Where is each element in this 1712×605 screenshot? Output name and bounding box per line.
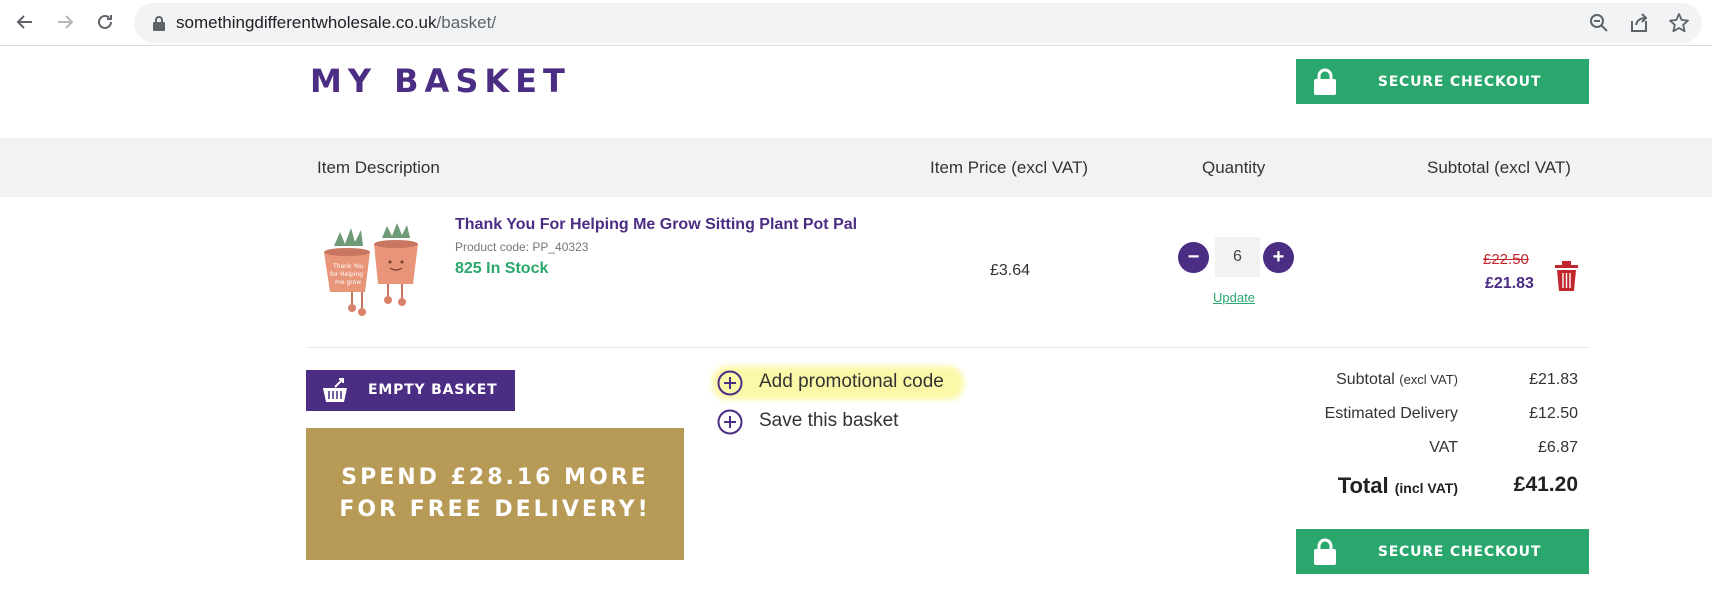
page-title: MY BASKET	[310, 62, 571, 100]
summary-subtotal-text: Subtotal	[1336, 371, 1395, 388]
header-quantity: Quantity	[1202, 158, 1266, 177]
free-delivery-banner: SPEND £28.16 MORE FOR FREE DELIVERY!	[306, 428, 684, 560]
header-item-price: Item Price (excl VAT)	[930, 158, 1089, 177]
svg-text:Thank You: Thank You	[332, 263, 364, 270]
summary-total-label: Total (incl VAT)	[1338, 473, 1458, 499]
basket-table-header: Item Description Item Price (excl VAT) Q…	[0, 138, 1712, 197]
summary-total-text: Total	[1337, 473, 1389, 498]
original-subtotal: £22.50	[1483, 251, 1529, 268]
share-icon[interactable]	[1628, 12, 1650, 34]
basket-icon	[323, 378, 347, 402]
trash-icon[interactable]	[1554, 261, 1579, 291]
url-text: somethingdifferentwholesale.co.uk/basket…	[176, 13, 496, 33]
stock-status: 825 In Stock	[455, 260, 549, 277]
header-item-description: Item Description	[317, 158, 440, 177]
summary-delivery-value: £12.50	[1529, 405, 1578, 422]
summary-total-value: £41.20	[1513, 473, 1578, 496]
row-divider	[306, 347, 1589, 348]
lock-icon	[153, 16, 165, 31]
product-name-link[interactable]: Thank You For Helping Me Grow Sitting Pl…	[455, 216, 857, 234]
zoom-icon[interactable]	[1588, 12, 1610, 34]
add-promo-plus-icon[interactable]	[717, 370, 743, 396]
product-image[interactable]: Thank You for Helping me grow	[320, 222, 432, 322]
svg-text:for Helping: for Helping	[330, 271, 363, 278]
back-button[interactable]	[9, 6, 41, 38]
product-code: Product code: PP_40323	[455, 240, 589, 254]
summary-vat-label: VAT	[1429, 439, 1458, 456]
summary-subtotal-label: Subtotal (excl VAT)	[1336, 371, 1458, 389]
url-domain: somethingdifferentwholesale.co.uk	[176, 13, 437, 32]
empty-basket-button[interactable]: EMPTY BASKET	[306, 370, 515, 411]
svg-text:me grow: me grow	[335, 279, 361, 286]
increase-quantity-button[interactable]: +	[1263, 242, 1294, 273]
quantity-input[interactable]	[1215, 237, 1260, 277]
empty-basket-label: EMPTY BASKET	[368, 382, 498, 398]
decrease-quantity-button[interactable]: −	[1178, 242, 1209, 273]
minus-icon: −	[1187, 246, 1200, 268]
discounted-subtotal: £21.83	[1485, 275, 1534, 292]
update-quantity-link[interactable]: Update	[1213, 290, 1255, 305]
reload-icon	[98, 14, 112, 29]
summary-subtotal-value: £21.83	[1529, 371, 1578, 388]
summary-delivery-label: Estimated Delivery	[1324, 405, 1458, 422]
address-bar[interactable]: somethingdifferentwholesale.co.uk/basket…	[134, 3, 1702, 43]
reload-button[interactable]	[89, 6, 121, 38]
free-delivery-text: SPEND £28.16 MORE FOR FREE DELIVERY!	[339, 465, 651, 522]
browser-toolbar: somethingdifferentwholesale.co.uk/basket…	[0, 0, 1712, 46]
arrow-left-icon	[16, 15, 32, 29]
arrow-right-icon	[58, 15, 74, 29]
save-basket-plus-icon[interactable]	[717, 409, 743, 435]
header-subtotal: Subtotal (excl VAT)	[1427, 158, 1571, 177]
forward-button[interactable]	[49, 6, 81, 38]
plus-icon: +	[1272, 246, 1285, 268]
star-icon[interactable]	[1668, 12, 1690, 34]
add-promotional-code-link[interactable]: Add promotional code	[759, 371, 944, 393]
summary-vat-value: £6.87	[1537, 439, 1578, 456]
checkout-label: SECURE CHECKOUT	[1377, 543, 1542, 560]
summary-subtotal-note: (excl VAT)	[1399, 372, 1458, 387]
save-basket-link[interactable]: Save this basket	[759, 410, 898, 432]
checkout-label: SECURE CHECKOUT	[1377, 73, 1542, 90]
url-path: /basket/	[436, 13, 497, 32]
summary-total-note: (incl VAT)	[1394, 480, 1458, 496]
item-price: £3.64	[990, 262, 1031, 279]
secure-checkout-button-bottom[interactable]: SECURE CHECKOUT	[1296, 529, 1589, 574]
secure-checkout-button-top[interactable]: SECURE CHECKOUT	[1296, 59, 1589, 104]
